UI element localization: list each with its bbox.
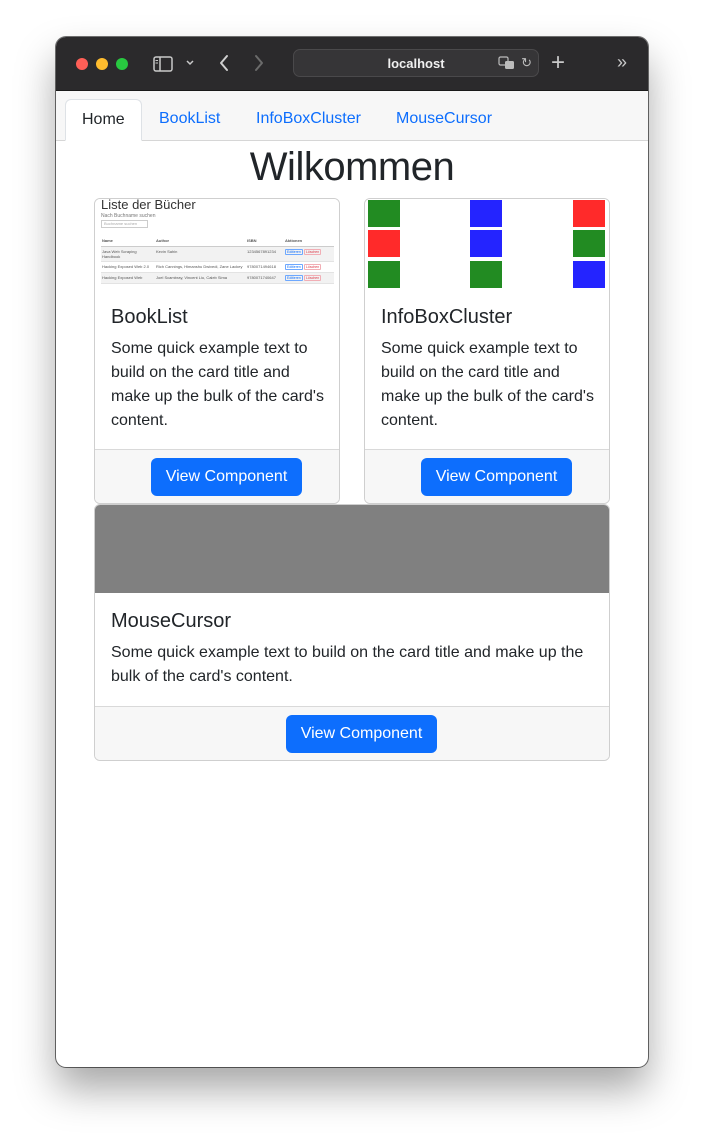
- view-mousecursor-button[interactable]: View Component: [286, 715, 437, 753]
- thumbnail-delete-button: Löschen: [303, 249, 322, 255]
- card-text: Some quick example text to build on the …: [111, 644, 584, 685]
- table-row: Hacking Exposed Web 2.0 Rich Cannings, H…: [101, 261, 334, 273]
- green-box: [470, 261, 502, 288]
- table-cell: 9780071494618: [246, 261, 284, 273]
- card-footer: View Component: [365, 449, 609, 503]
- reload-icon[interactable]: ↻: [521, 55, 532, 71]
- overflow-chevron-icon[interactable]: »: [617, 53, 627, 71]
- card-mousecursor: MouseCursor Some quick example text to b…: [94, 504, 610, 761]
- booklist-thumbnail: Liste der Bücher Nach Buchname suchen Bu…: [95, 199, 339, 289]
- minimize-window-button[interactable]: [96, 58, 108, 70]
- thumbnail-col-header: ISBN: [246, 237, 284, 247]
- thumbnail-delete-button: Löschen: [303, 275, 322, 281]
- mousecursor-thumbnail: [95, 505, 609, 593]
- thumbnail-col-header: Name: [101, 237, 155, 247]
- green-box: [368, 261, 400, 288]
- forward-icon[interactable]: [253, 54, 265, 76]
- card-footer: View Component: [95, 449, 339, 503]
- thumbnail-filter-input: Buchname suchen: [101, 220, 148, 228]
- red-box: [368, 230, 400, 257]
- thumbnail-col-header: Author: [155, 237, 246, 247]
- address-bar[interactable]: localhost ↻: [293, 49, 539, 77]
- table-cell: 9780071740647: [246, 272, 284, 284]
- browser-toolbar: localhost ↻ + »: [56, 37, 648, 91]
- thumbnail-col-header: Aktionen: [284, 237, 334, 247]
- card-footer: View Component: [95, 706, 609, 760]
- view-infoboxcluster-button[interactable]: View Component: [421, 458, 572, 496]
- close-window-button[interactable]: [76, 58, 88, 70]
- card-booklist: Liste der Bücher Nach Buchname suchen Bu…: [94, 198, 340, 504]
- chevron-down-icon[interactable]: [185, 57, 195, 73]
- card-title: InfoBoxCluster: [381, 306, 513, 328]
- tab-booklist[interactable]: BookList: [143, 99, 236, 141]
- browser-window: localhost ↻ + » Home BookList InfoBoxClu…: [56, 37, 648, 1067]
- thumbnail-table: Name Author ISBN Aktionen Java Web Scrap…: [101, 237, 334, 284]
- blue-box: [470, 200, 502, 227]
- thumbnail-edit-button: Editieren: [285, 264, 303, 270]
- blue-box: [573, 261, 605, 288]
- tab-home[interactable]: Home: [65, 99, 142, 141]
- thumbnail-delete-button: Löschen: [303, 264, 322, 270]
- new-tab-icon[interactable]: +: [551, 51, 565, 75]
- green-box: [573, 230, 605, 257]
- table-cell: Java Web Scraping Handbook: [101, 246, 155, 262]
- translate-icon[interactable]: [498, 55, 516, 71]
- table-cell: Joel Scambray, Vincent Liu, Caleb Sima: [155, 272, 246, 284]
- thumbnail-edit-button: Editieren: [285, 275, 303, 281]
- sidebar-icon[interactable]: [153, 56, 173, 72]
- back-icon[interactable]: [218, 54, 230, 76]
- card-title: MouseCursor: [111, 610, 232, 632]
- green-box: [368, 200, 400, 227]
- red-box: [573, 200, 605, 227]
- table-row: Java Web Scraping Handbook Kevin Sahin 1…: [101, 246, 334, 262]
- zoom-window-button[interactable]: [116, 58, 128, 70]
- thumbnail-edit-button: Editieren: [285, 249, 303, 255]
- table-cell: Hacking Exposed Web: [101, 272, 155, 284]
- table-row: Hacking Exposed Web Joel Scambray, Vince…: [101, 272, 334, 284]
- infobox-thumbnail: [365, 199, 609, 289]
- table-cell: Hacking Exposed Web 2.0: [101, 261, 155, 273]
- blue-box: [470, 230, 502, 257]
- table-cell: Rich Cannings, Himanshu Dwivedi, Zane La…: [155, 261, 246, 273]
- view-booklist-button[interactable]: View Component: [151, 458, 302, 496]
- card-infoboxcluster: InfoBoxCluster Some quick example text t…: [364, 198, 610, 504]
- table-cell: Kevin Sahin: [155, 246, 246, 262]
- tab-mousecursor[interactable]: MouseCursor: [380, 99, 508, 141]
- page-title: Wilkommen: [249, 145, 455, 189]
- tab-infoboxcluster[interactable]: InfoBoxCluster: [240, 99, 377, 141]
- thumbnail-filter-label: Nach Buchname suchen: [101, 213, 156, 219]
- card-text: Some quick example text to build on the …: [111, 340, 324, 429]
- nav-tabs: Home BookList InfoBoxCluster MouseCursor: [56, 91, 648, 141]
- table-cell: 1234567891234: [246, 246, 284, 262]
- thumbnail-heading: Liste der Bücher: [101, 199, 196, 212]
- card-title: BookList: [111, 306, 188, 328]
- card-text: Some quick example text to build on the …: [381, 340, 594, 429]
